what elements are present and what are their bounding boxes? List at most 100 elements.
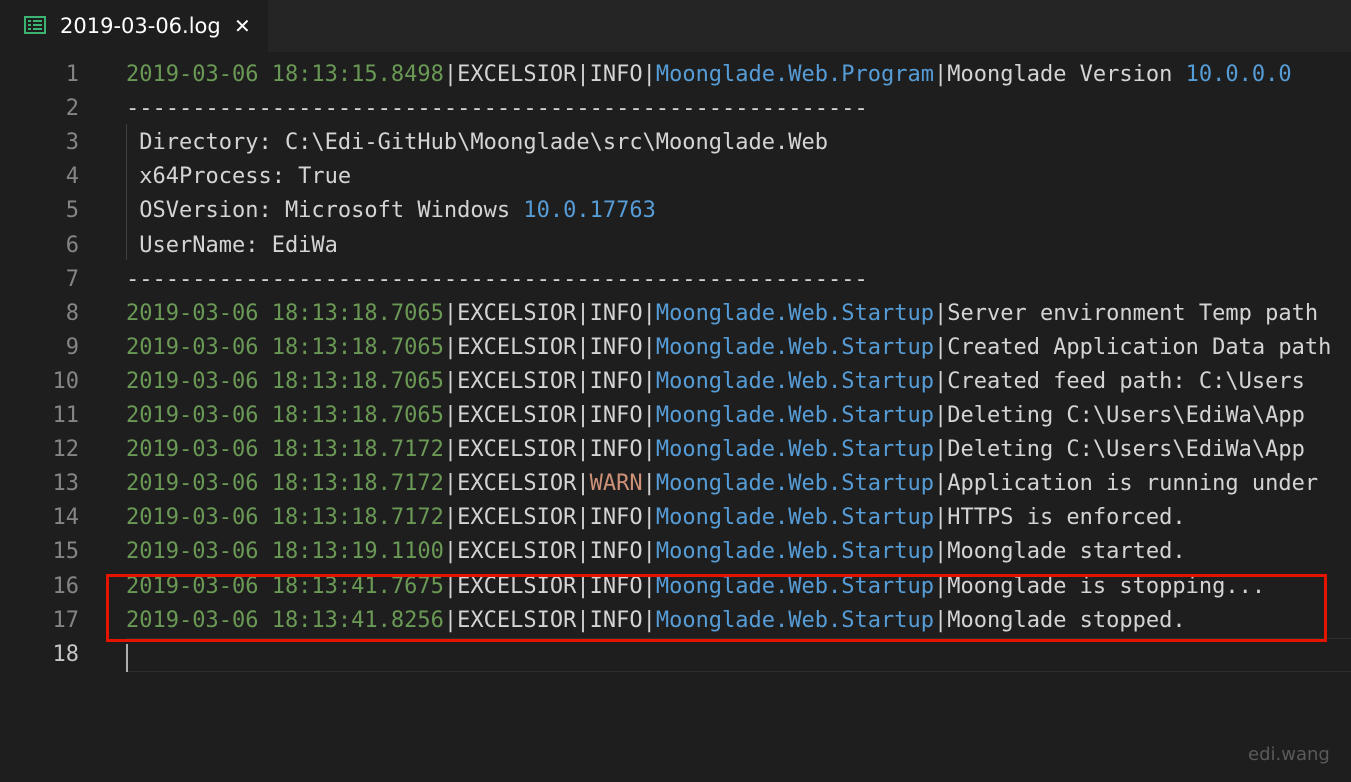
log-line: 2019-03-06 18:13:15.8498|EXCELSIOR|INFO|… xyxy=(126,58,1292,92)
editor-window: 2019-03-06.log ✕ 1 2 3 4 5 6 7 8 9 10 11 12 13 14 15 16… xyxy=(0,0,1351,782)
log-token: 10.0.17763 xyxy=(523,198,656,224)
log-token: INFO xyxy=(589,62,643,87)
log-token: |Moonglade Version xyxy=(933,62,1186,87)
line-number: 17 xyxy=(52,607,80,633)
log-token: INFO xyxy=(589,573,643,599)
log-token: | xyxy=(642,471,656,497)
line-number: 13 xyxy=(52,471,80,497)
log-token: |Created feed path: C:\Users xyxy=(933,368,1305,394)
tab-bar: 2019-03-06.log ✕ xyxy=(0,0,1351,52)
log-line: x64Process: True xyxy=(126,160,351,194)
log-token: |Deleting C:\Users\EdiWa\App xyxy=(933,437,1305,463)
log-line: 2019-03-06 18:13:41.8256|EXCELSIOR|INFO|… xyxy=(126,604,1186,638)
log-token: 2019-03-06 18:13:18.7172 xyxy=(126,437,444,463)
log-token: Moonglade.Web.Startup xyxy=(655,471,934,497)
log-token: INFO xyxy=(589,505,643,531)
log-token: INFO xyxy=(589,607,643,633)
log-token: |EXCELSIOR| xyxy=(443,471,590,497)
log-token: x64Process: True xyxy=(126,164,352,190)
log-token: INFO xyxy=(589,539,643,565)
log-file-icon xyxy=(24,16,46,34)
log-token: 10.0.0.0 xyxy=(1185,62,1292,87)
log-token: 2019-03-06 18:13:18.7065 xyxy=(126,403,444,428)
log-line: 2019-03-06 18:13:18.7172|EXCELSIOR|INFO|… xyxy=(126,433,1305,467)
log-token: 2019-03-06 18:13:18.7172 xyxy=(126,471,444,497)
log-line: 2019-03-06 18:13:19.1100|EXCELSIOR|INFO|… xyxy=(126,535,1186,569)
log-token: | xyxy=(642,505,656,531)
line-number: 1 xyxy=(65,62,79,87)
log-token: | xyxy=(642,300,656,326)
line-number: 14 xyxy=(52,505,80,531)
log-token: Moonglade.Web.Startup xyxy=(655,368,934,394)
log-line: 2019-03-06 18:13:41.7675|EXCELSIOR|INFO|… xyxy=(126,570,1265,604)
tab-title: 2019-03-06.log xyxy=(60,14,221,38)
log-token: | xyxy=(642,607,656,633)
log-token: |Moonglade started. xyxy=(933,539,1186,565)
log-token: Moonglade.Web.Startup xyxy=(655,437,934,463)
log-token: |EXCELSIOR| xyxy=(443,437,590,463)
text-cursor xyxy=(126,644,128,672)
log-token: |Moonglade is stopping... xyxy=(933,573,1266,599)
log-token: 2019-03-06 18:13:15.8498 xyxy=(126,62,444,87)
line-number: 18 xyxy=(52,641,80,667)
log-token: 2019-03-06 18:13:18.7065 xyxy=(126,334,444,360)
log-line: OSVersion: Microsoft Windows 10.0.17763 xyxy=(126,194,656,228)
log-token: ----------------------------------------… xyxy=(126,266,868,292)
log-token: |EXCELSIOR| xyxy=(443,334,590,360)
log-token: |Deleting C:\Users\EdiWa\App xyxy=(933,403,1305,428)
log-token: |Server environment Temp path xyxy=(933,300,1319,326)
log-token: Moonglade.Web.Startup xyxy=(655,300,934,326)
log-token: Moonglade.Web.Program xyxy=(655,62,934,87)
log-token: 2019-03-06 18:13:19.1100 xyxy=(126,539,444,565)
log-token: INFO xyxy=(589,368,643,394)
editor-pane[interactable]: 1 2 3 4 5 6 7 8 9 10 11 12 13 14 15 16 17 18 2019-03-06 1… xyxy=(0,52,1351,782)
log-token: INFO xyxy=(589,437,643,463)
log-token: | xyxy=(642,62,656,87)
log-line: 2019-03-06 18:13:18.7065|EXCELSIOR|INFO|… xyxy=(126,365,1305,399)
log-token: INFO xyxy=(589,300,643,326)
log-token: OSVersion: Microsoft Windows xyxy=(126,198,524,224)
log-token: |EXCELSIOR| xyxy=(443,62,590,87)
log-token: |EXCELSIOR| xyxy=(443,505,590,531)
log-token: UserName: EdiWa xyxy=(126,232,338,258)
log-token: |EXCELSIOR| xyxy=(443,368,590,394)
log-token: |EXCELSIOR| xyxy=(443,300,590,326)
line-number: 7 xyxy=(65,266,79,292)
log-token: | xyxy=(642,437,656,463)
line-number: 2 xyxy=(65,96,79,122)
log-token: | xyxy=(642,573,656,599)
log-line: 2019-03-06 18:13:18.7065|EXCELSIOR|INFO|… xyxy=(126,297,1318,331)
log-token: |HTTPS is enforced. xyxy=(933,505,1186,531)
log-line: ----------------------------------------… xyxy=(126,263,868,297)
log-token: | xyxy=(642,539,656,565)
code-area[interactable]: 2019-03-06 18:13:15.8498|EXCELSIOR|INFO|… xyxy=(126,52,1351,782)
log-token: | xyxy=(642,368,656,394)
log-token: 2019-03-06 18:13:18.7065 xyxy=(126,368,444,394)
log-token: | xyxy=(642,403,656,428)
log-line: UserName: EdiWa xyxy=(126,229,338,263)
line-number: 6 xyxy=(65,232,79,258)
log-line: 2019-03-06 18:13:18.7172|EXCELSIOR|INFO|… xyxy=(126,501,1186,535)
log-token: |EXCELSIOR| xyxy=(443,403,590,428)
log-token: Moonglade.Web.Startup xyxy=(655,403,934,428)
log-token: Moonglade.Web.Startup xyxy=(655,334,934,360)
log-token: Directory: C:\Edi-GitHub\Moonglade\src\M… xyxy=(126,130,828,156)
line-number: 10 xyxy=(52,368,80,394)
line-number: 12 xyxy=(52,437,80,463)
log-token: Moonglade.Web.Startup xyxy=(655,505,934,531)
log-token: Moonglade.Web.Startup xyxy=(655,573,934,599)
log-line: Directory: C:\Edi-GitHub\Moonglade\src\M… xyxy=(126,126,828,160)
log-line: ----------------------------------------… xyxy=(126,92,868,126)
log-token: INFO xyxy=(589,334,643,360)
line-number: 8 xyxy=(65,300,79,326)
log-line: 2019-03-06 18:13:18.7172|EXCELSIOR|WARN|… xyxy=(126,467,1318,501)
log-token: |EXCELSIOR| xyxy=(443,539,590,565)
log-token: | xyxy=(642,334,656,360)
close-icon[interactable]: ✕ xyxy=(234,14,251,38)
log-token: 2019-03-06 18:13:41.8256 xyxy=(126,607,444,633)
line-number: 9 xyxy=(65,334,79,360)
log-token: |EXCELSIOR| xyxy=(443,607,590,633)
log-token: ----------------------------------------… xyxy=(126,96,868,122)
tab-log-file[interactable]: 2019-03-06.log ✕ xyxy=(0,0,268,52)
log-token: |EXCELSIOR| xyxy=(443,573,590,599)
